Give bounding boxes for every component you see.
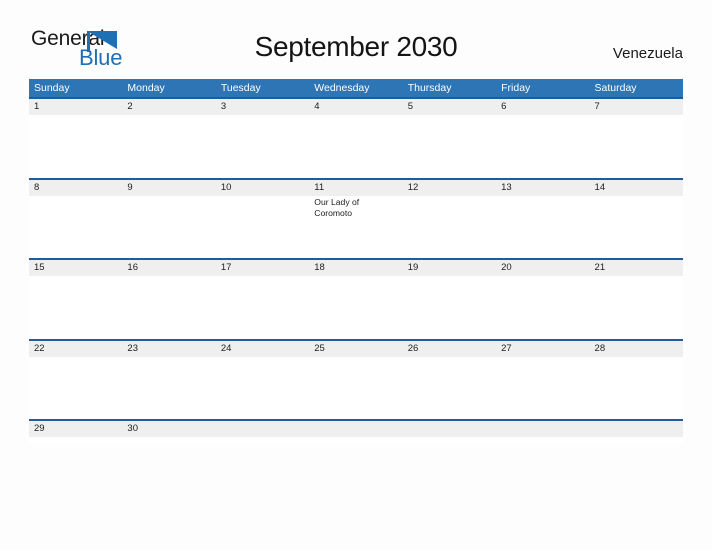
day-cell[interactable]: 25: [309, 341, 402, 420]
day-number: 4: [314, 101, 320, 112]
day-cell[interactable]: 10: [216, 180, 309, 259]
day-cell-empty: [496, 421, 589, 443]
weekday-header-friday: Friday: [501, 82, 531, 94]
day-cell-holiday[interactable]: 11 Our Lady of Coromoto: [309, 180, 402, 259]
day-number: 5: [407, 101, 413, 112]
calendar-page: General Blue September 2030 Venezuela Su…: [0, 0, 712, 550]
day-number: 1: [34, 101, 40, 112]
day-cell[interactable]: 2: [122, 99, 215, 178]
day-number: 27: [501, 342, 512, 354]
day-cell[interactable]: 1: [29, 99, 122, 178]
day-cell[interactable]: 8: [29, 180, 122, 259]
weekday-header-wednesday: Wednesday: [314, 82, 370, 94]
day-number: 28: [594, 342, 606, 354]
country-label: Venezuela: [612, 45, 683, 62]
page-title: September 2030: [254, 31, 458, 62]
day-cell[interactable]: 5: [403, 99, 496, 178]
day-cell[interactable]: 27: [496, 341, 589, 420]
day-number: 29: [34, 423, 45, 434]
weekday-header-thursday: Thursday: [407, 82, 452, 94]
day-number: 16: [127, 262, 138, 273]
day-number: 15: [34, 262, 45, 273]
week-row: 29 30: [29, 419, 683, 443]
day-cell[interactable]: 3: [216, 99, 309, 178]
day-cell[interactable]: 30: [122, 421, 215, 443]
day-cell-empty: [403, 421, 496, 443]
day-number: 22: [34, 342, 45, 354]
weekday-header-tuesday: Tuesday: [220, 82, 261, 94]
day-number: 30: [127, 423, 138, 434]
day-cell[interactable]: 23: [122, 341, 215, 420]
calendar-grid: Sunday Monday Tuesday Wednesday Thursday…: [29, 79, 683, 443]
week-row: 15 16 17 18 19 20 21: [29, 258, 683, 339]
day-number: 18: [314, 262, 325, 273]
day-cell-empty: [590, 421, 683, 443]
day-number: 23: [127, 342, 138, 354]
day-number: 3: [220, 101, 227, 112]
day-cell[interactable]: 4: [309, 99, 402, 178]
day-cell[interactable]: 29: [29, 421, 122, 443]
day-cell[interactable]: 9: [122, 180, 215, 259]
weekday-header-saturday: Saturday: [594, 82, 637, 94]
day-cell[interactable]: 14: [590, 180, 683, 259]
day-number: 9: [127, 181, 133, 193]
week-row: 1 2 3 4 5 6 7: [29, 97, 683, 178]
day-number: 21: [594, 262, 606, 273]
day-cell[interactable]: 6: [496, 99, 589, 178]
day-number: 20: [501, 262, 512, 273]
day-number: 6: [501, 101, 507, 112]
day-cell[interactable]: 26: [403, 341, 496, 420]
day-cell[interactable]: 21: [590, 260, 683, 339]
day-number: 12: [407, 181, 419, 193]
day-cell[interactable]: 19: [403, 260, 496, 339]
day-cell[interactable]: 24: [216, 341, 309, 420]
day-cell[interactable]: 20: [496, 260, 589, 339]
day-cell[interactable]: 17: [216, 260, 309, 339]
day-cell[interactable]: 15: [29, 260, 122, 339]
day-cell-empty: [216, 421, 309, 443]
day-cell-empty: [309, 421, 402, 443]
day-number: 26: [407, 342, 419, 354]
day-number: 7: [594, 101, 600, 112]
day-number: 14: [594, 181, 606, 193]
day-cell[interactable]: 28: [590, 341, 683, 420]
page-header: General Blue September 2030 Venezuela: [0, 0, 712, 69]
day-cell[interactable]: 22: [29, 341, 122, 420]
day-number: 10: [220, 181, 232, 193]
day-number: 24: [220, 342, 232, 354]
day-number: 11: [314, 181, 325, 193]
day-cell[interactable]: 13: [496, 180, 589, 259]
day-cell[interactable]: 12: [403, 180, 496, 259]
day-cell[interactable]: 7: [590, 99, 683, 178]
day-number: 25: [314, 342, 325, 354]
day-number: 19: [407, 262, 419, 273]
day-cell[interactable]: 16: [122, 260, 215, 339]
day-number: 2: [127, 101, 133, 112]
weekday-header-row: Sunday Monday Tuesday Wednesday Thursday…: [29, 79, 683, 97]
day-number: 13: [501, 181, 512, 193]
day-number: 8: [34, 181, 40, 193]
day-cell[interactable]: 18: [309, 260, 402, 339]
week-row: 22 23 24 25 26 27 28: [29, 338, 683, 420]
week-row: 8 9 10 11 Our Lady of Coromoto 12 13 14: [29, 177, 683, 259]
day-number: 17: [220, 262, 232, 273]
weekday-header-monday: Monday: [127, 82, 165, 94]
weekday-header-sunday: Sunday: [34, 82, 70, 94]
day-event: Our Lady of Coromoto: [314, 196, 360, 219]
